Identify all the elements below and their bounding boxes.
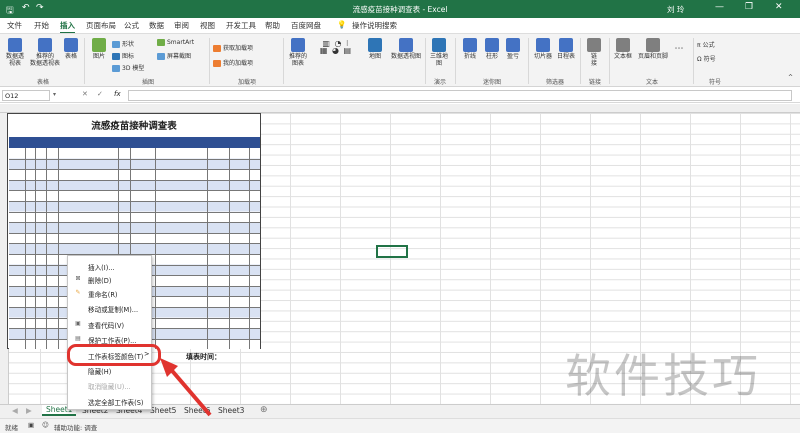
watermark: 软件技巧 bbox=[565, 349, 761, 403]
arrow-shaft bbox=[166, 364, 212, 417]
